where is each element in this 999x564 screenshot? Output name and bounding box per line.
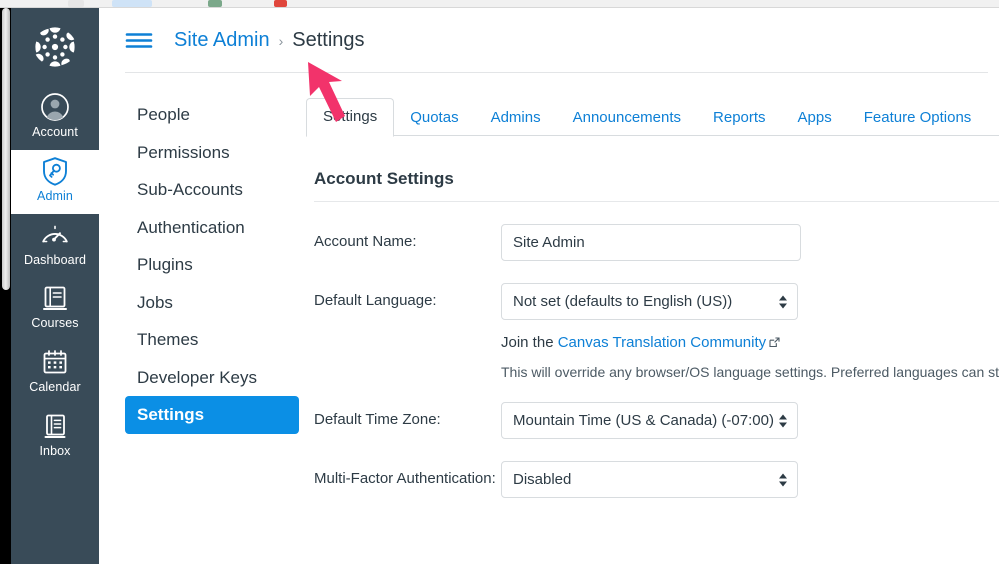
page-body: People Permissions Sub-Accounts Authenti…: [99, 72, 999, 498]
application-region: Site Admin › Settings People Permissions…: [99, 8, 999, 564]
global-nav-item-account[interactable]: Account: [11, 86, 99, 150]
subnav-item-permissions[interactable]: Permissions: [125, 134, 299, 172]
external-link-icon: [769, 335, 780, 352]
canvas-translation-community-link[interactable]: Canvas Translation Community: [558, 334, 766, 351]
label-default-language: Default Language:: [314, 292, 437, 309]
select-arrows-icon: [779, 414, 787, 427]
account-subnavigation: People Permissions Sub-Accounts Authenti…: [99, 96, 299, 498]
calendar-icon: [40, 347, 70, 377]
global-navigation: Account Admin Dashboard Courses Calendar…: [11, 8, 99, 564]
select-arrows-icon: [779, 295, 787, 308]
global-nav-label: Courses: [31, 316, 79, 331]
global-nav-item-inbox[interactable]: Inbox: [11, 405, 99, 469]
global-nav-label: Dashboard: [23, 252, 87, 267]
select-arrows-icon: [779, 473, 787, 486]
subnav-item-sub-accounts[interactable]: Sub-Accounts: [125, 171, 299, 209]
global-nav-label: Account: [32, 125, 78, 139]
label-multi-factor-authentication: Multi-Factor Authentication:: [314, 470, 496, 487]
subnav-item-authentication[interactable]: Authentication: [125, 209, 299, 247]
global-nav-item-dashboard[interactable]: Dashboard: [11, 214, 99, 278]
subnav-item-people[interactable]: People: [125, 96, 299, 134]
label-default-time-zone: Default Time Zone:: [314, 411, 441, 428]
field-row-account-name: Account Name:: [306, 224, 999, 261]
gauge-icon: [40, 220, 70, 250]
field-row-multi-factor-authentication: Multi-Factor Authentication: Disabled: [306, 461, 999, 498]
tab-apps[interactable]: Apps: [782, 100, 848, 136]
tab-admins[interactable]: Admins: [475, 100, 557, 136]
tab-quotas[interactable]: Quotas: [394, 100, 474, 136]
global-nav-item-admin[interactable]: Admin: [11, 149, 99, 214]
breadcrumb-current-settings: Settings: [292, 28, 365, 51]
breadcrumb: Site Admin › Settings: [174, 29, 365, 52]
shield-key-icon: [40, 156, 70, 186]
header-divider: [125, 72, 988, 73]
chrome-extension-icon[interactable]: [208, 0, 222, 7]
breadcrumb-link-site-admin[interactable]: Site Admin: [174, 29, 270, 52]
canvas-logo[interactable]: [11, 8, 99, 86]
default-language-select[interactable]: Not set (defaults to English (US)): [501, 283, 798, 320]
tab-settings[interactable]: Settings: [306, 98, 395, 137]
default-time-zone-value: Mountain Time (US & Canada) (-07:00): [513, 412, 774, 429]
global-nav-label: Inbox: [39, 443, 71, 458]
subnav-item-plugins[interactable]: Plugins: [125, 246, 299, 284]
multi-factor-authentication-value: Disabled: [513, 471, 572, 488]
tab-announcements[interactable]: Announcements: [557, 100, 697, 136]
inbox-icon: [40, 411, 70, 441]
user-circle-icon: [40, 92, 70, 122]
section-title-account-settings: Account Settings: [314, 169, 454, 188]
hamburger-menu-icon[interactable]: [125, 30, 153, 50]
subnav-item-developer-keys[interactable]: Developer Keys: [125, 359, 299, 397]
account-name-input[interactable]: [501, 224, 801, 261]
default-time-zone-select[interactable]: Mountain Time (US & Canada) (-07:00): [501, 402, 798, 439]
breadcrumb-header: Site Admin › Settings: [99, 8, 999, 72]
section-divider: [314, 201, 999, 202]
subnav-item-settings[interactable]: Settings: [125, 396, 299, 434]
subnav-item-jobs[interactable]: Jobs: [125, 284, 299, 322]
tab-feature-options[interactable]: Feature Options: [848, 100, 988, 136]
page-scrollbar-thumb[interactable]: [2, 8, 10, 290]
label-account-name: Account Name:: [314, 233, 417, 250]
chrome-toolbar-icon[interactable]: [68, 0, 84, 7]
translation-help-prefix: Join the: [501, 334, 558, 351]
settings-tab-bar: Settings Quotas Admins Announcements Rep…: [306, 96, 999, 137]
chrome-address-bar[interactable]: [112, 0, 152, 7]
field-row-default-language: Default Language: Not set (defaults to E…: [306, 283, 999, 380]
subnav-item-themes[interactable]: Themes: [125, 321, 299, 359]
global-nav-label: Calendar: [29, 380, 81, 394]
default-language-note: This will override any browser/OS langua…: [501, 364, 999, 380]
global-nav-item-courses[interactable]: Courses: [11, 277, 99, 341]
tab-reports[interactable]: Reports: [697, 100, 782, 136]
global-nav-item-calendar[interactable]: Calendar: [11, 341, 99, 405]
breadcrumb-separator: ›: [278, 32, 284, 49]
browser-chrome-strip: [0, 0, 999, 8]
global-nav-label: Admin: [37, 188, 73, 203]
field-row-default-time-zone: Default Time Zone: Mountain Time (US & C…: [306, 402, 999, 439]
translation-community-help: Join the Canvas Translation Community: [501, 334, 999, 352]
book-icon: [40, 283, 70, 313]
multi-factor-authentication-select[interactable]: Disabled: [501, 461, 798, 498]
chrome-extension-icon-2[interactable]: [274, 0, 287, 7]
page-scrollbar[interactable]: [0, 8, 11, 564]
settings-content: Settings Quotas Admins Announcements Rep…: [299, 96, 999, 498]
default-language-value: Not set (defaults to English (US)): [513, 293, 733, 310]
